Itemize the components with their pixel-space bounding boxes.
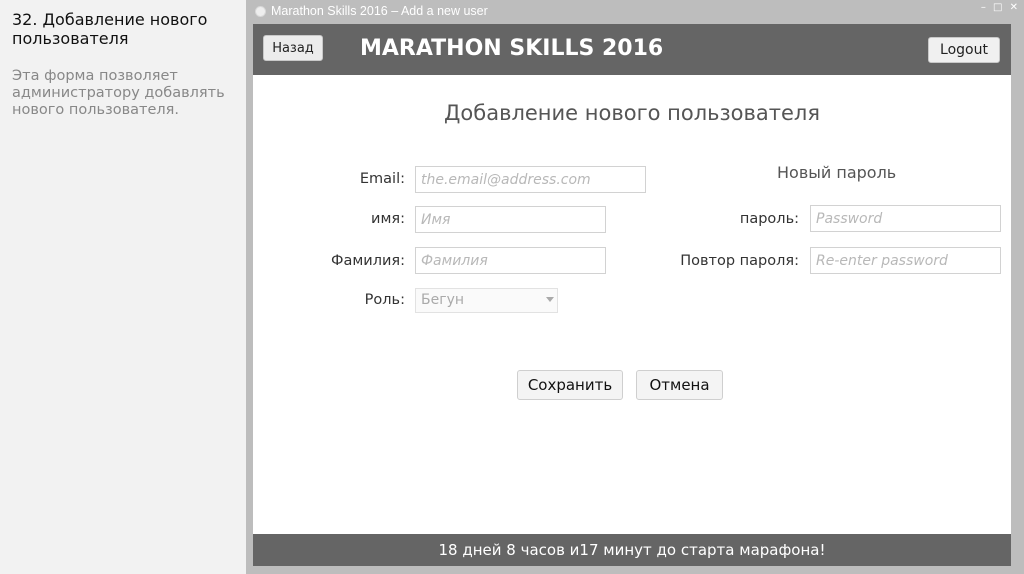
first-name-input[interactable] — [415, 206, 606, 233]
app-window: Marathon Skills 2016 – Add a new user – … — [246, 0, 1024, 574]
window-controls[interactable]: – □ ✕ — [981, 2, 1020, 13]
chevron-down-icon — [546, 297, 554, 302]
first-name-label: имя: — [371, 211, 405, 227]
role-select[interactable]: Бегун — [415, 288, 558, 313]
window-titlebar: Marathon Skills 2016 – Add a new user – … — [246, 0, 1024, 24]
save-button[interactable]: Сохранить — [517, 370, 623, 400]
email-label: Email: — [359, 171, 405, 187]
back-button[interactable]: Назад — [263, 35, 323, 61]
slide-title: 32. Добавление нового пользователя — [12, 10, 208, 48]
last-name-input[interactable] — [415, 247, 606, 274]
slide-description-panel: 32. Добавление нового пользователя Эта ф… — [0, 0, 246, 574]
form-title: Добавление нового пользователя — [444, 101, 820, 125]
repeat-password-input[interactable] — [810, 247, 1001, 274]
role-label: Роль: — [364, 292, 405, 308]
app-title: MARATHON SKILLS 2016 — [360, 36, 664, 61]
countdown-footer: 18 дней 8 часов и17 минут до старта мара… — [253, 534, 1011, 566]
slide-description: Эта форма позволяет администратору добав… — [12, 68, 225, 118]
role-selected-value: Бегун — [421, 292, 465, 308]
app-icon — [255, 6, 266, 17]
new-password-heading: Новый пароль — [777, 163, 897, 182]
cancel-button[interactable]: Отмена — [636, 370, 723, 400]
email-input[interactable] — [415, 166, 646, 193]
countdown-text: 18 дней 8 часов и17 минут до старта мара… — [438, 541, 826, 559]
window-title: Marathon Skills 2016 – Add a new user — [271, 4, 488, 18]
add-user-form: Добавление нового пользователя Email: им… — [253, 75, 1011, 534]
repeat-password-label: Повтор пароля: — [680, 253, 799, 269]
logout-button[interactable]: Logout — [928, 37, 1000, 63]
last-name-label: Фамилия: — [330, 253, 405, 269]
password-label: пароль: — [739, 211, 799, 227]
window-bottom-border — [246, 566, 1024, 574]
app-header: Назад MARATHON SKILLS 2016 Logout — [253, 24, 1011, 75]
password-input[interactable] — [810, 205, 1001, 232]
